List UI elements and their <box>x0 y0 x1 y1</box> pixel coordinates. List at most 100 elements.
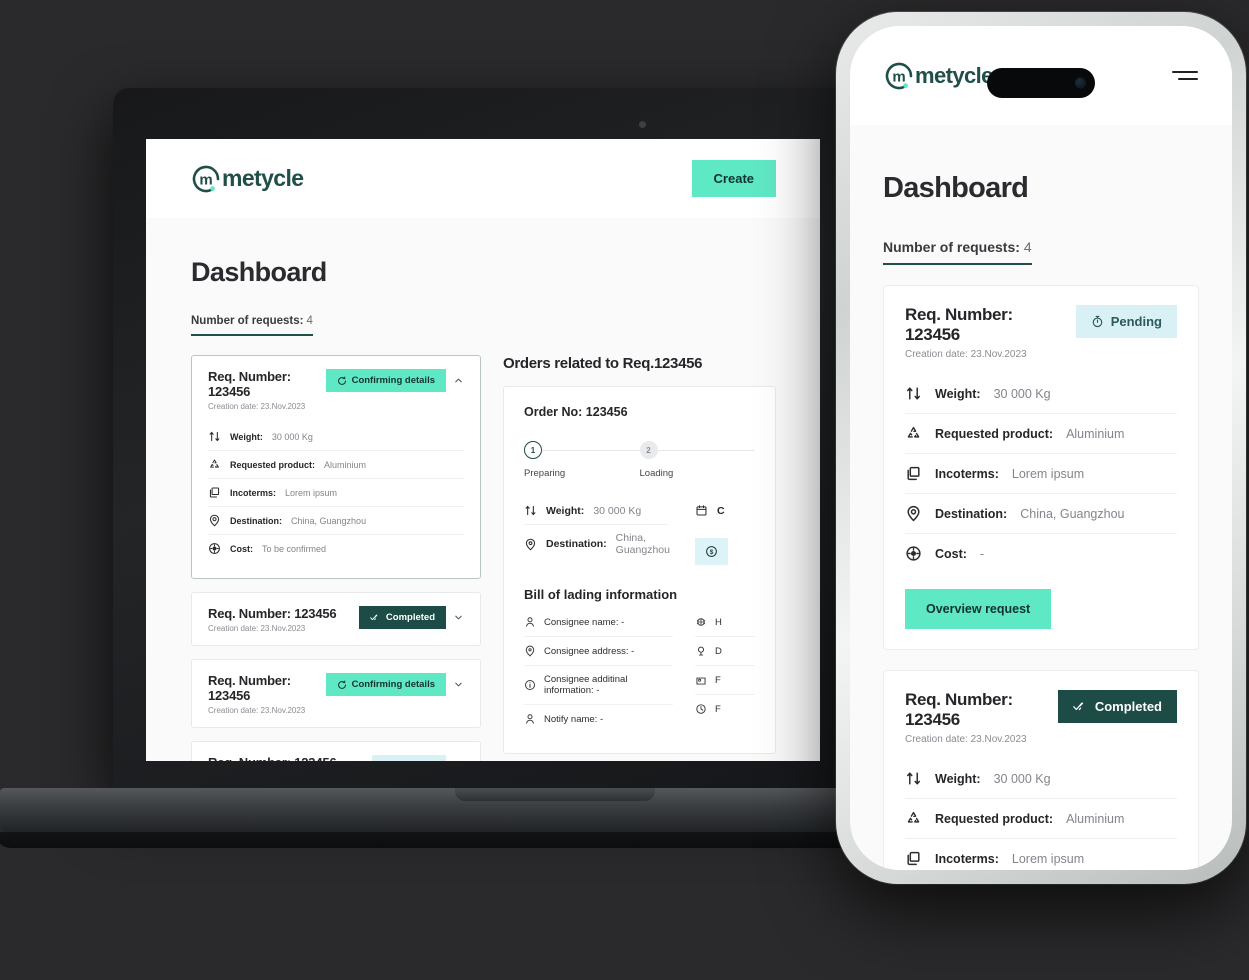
bol-left-column: Consignee name: - Consignee address: - C… <box>524 608 673 733</box>
stepper-step-loading[interactable]: 2 Loading <box>639 441 755 479</box>
request-card-header: Req. Number: 123456 Creation date: 23.No… <box>905 305 1177 360</box>
detail-label: Incoterms: <box>935 466 999 481</box>
detail-label: Destination: <box>935 506 1008 521</box>
order-number: Order No: 123456 <box>524 405 628 419</box>
desktop-topbar: m metycle Create <box>146 139 820 218</box>
detail-row-destination: Destination: China, Guangzhou <box>905 494 1177 534</box>
detail-row-product: Requested product: Aluminium <box>905 799 1177 839</box>
stepper-label: Loading <box>639 468 674 479</box>
detail-value: Aluminium <box>1066 426 1125 441</box>
overview-request-button[interactable]: Overview request <box>905 589 1052 629</box>
laptop-trackpad-notch <box>455 788 655 801</box>
request-date: Creation date: 23.Nov.2023 <box>208 624 306 633</box>
request-card-header: Req. Number: 123456 Creation date: 23.No… <box>208 606 464 633</box>
request-number: Req. Number: 123456 <box>905 690 1013 729</box>
laptop-foot <box>0 832 880 848</box>
order-row-date: C <box>695 497 755 524</box>
bol-row-consignee-info: Consignee additinal information: - <box>524 666 673 705</box>
request-card-header: Req. Number: 123456 Creation date: 23.No… <box>208 369 464 411</box>
detail-label: Requested product: <box>230 459 316 470</box>
detail-value: 30 000 Kg <box>993 771 1051 786</box>
detail-label: C <box>717 504 725 517</box>
detail-label: Cost: <box>230 543 253 554</box>
brand-logo[interactable]: m metycle <box>191 164 304 194</box>
bol-row-text: H <box>715 616 722 628</box>
request-card[interactable]: Req. Number: 123456 Creation date: 23.No… <box>191 741 481 761</box>
calendar-icon <box>696 505 707 516</box>
status-badge: Completed <box>358 606 446 629</box>
detail-row-destination: Destination: China, Guangzhou <box>208 507 464 535</box>
hamburger-menu-icon[interactable] <box>1172 67 1198 85</box>
svg-text:$: $ <box>710 549 714 556</box>
requests-tab-count: 4 <box>1023 239 1032 255</box>
orders-panel: Orders related to Req.123456 Order No: 1… <box>503 355 776 761</box>
documents-icon <box>907 466 920 481</box>
location-icon <box>525 538 536 550</box>
chevron-down-icon[interactable] <box>453 612 464 623</box>
request-card[interactable]: Req. Number: 123456 Creation date: 23.No… <box>883 285 1199 650</box>
request-card-identity: Req. Number: 123456 Creation date: 23.No… <box>208 673 318 715</box>
detail-value: Aluminium <box>1066 811 1125 826</box>
status-badge: Completed <box>1057 690 1177 723</box>
weight-icon <box>907 387 920 400</box>
detail-value: To be confirmed <box>262 543 327 554</box>
request-card[interactable]: Req. Number: 123456 Creation date: 23.No… <box>191 659 481 728</box>
cost-pill[interactable]: $ <box>695 538 728 565</box>
detail-label: Weight: <box>230 431 263 442</box>
laptop-base <box>0 788 875 836</box>
request-date: Creation date: 23.Nov.2023 <box>905 349 1027 360</box>
request-card[interactable]: Req. Number: 123456 Creation date: 23.No… <box>191 592 481 646</box>
order-card[interactable]: Order No: 123456 1 Preparing 2 Loading W… <box>503 386 776 754</box>
request-card-identity: Req. Number: 123456 Creation date: 23.No… <box>208 755 337 761</box>
brand-logo[interactable]: m metycle <box>884 61 993 91</box>
pin-icon <box>697 646 705 656</box>
detail-label: Destination: <box>230 515 283 526</box>
stepper-label: Preparing <box>524 468 566 479</box>
detail-value: - <box>979 546 985 561</box>
weight-icon <box>525 505 536 516</box>
bol-row-consignee-name: Consignee name: - <box>524 608 673 637</box>
request-number: Req. Number: 123456 <box>208 606 337 621</box>
chevron-up-icon[interactable] <box>453 375 464 386</box>
detail-value: China, Guangzhou <box>615 532 670 556</box>
request-number: Req. Number: 123456 <box>208 673 291 703</box>
stepper-step-preparing[interactable]: 1 Preparing <box>524 441 640 479</box>
laptop-device: m metycle Create Dashboard Number of req… <box>0 88 880 848</box>
laptop-camera-icon <box>639 121 646 128</box>
detail-value: 30 000 Kg <box>593 504 642 517</box>
tab-number-of-requests[interactable]: Number of requests: 4 <box>191 315 313 336</box>
order-cost-pill-wrap: $ <box>695 538 755 565</box>
create-button[interactable]: Create <box>691 160 776 197</box>
bol-row-text: Notify name: - <box>544 713 604 725</box>
tab-number-of-requests[interactable]: Number of requests: 4 <box>883 239 1032 265</box>
detail-label: Cost: <box>935 546 967 561</box>
detail-value: Lorem ipsum <box>1011 851 1085 866</box>
location-icon <box>209 514 220 527</box>
order-stepper: 1 Preparing 2 Loading <box>524 441 755 479</box>
globe-icon <box>696 618 706 626</box>
recycle-icon <box>210 459 219 468</box>
stepper-dot: 2 <box>639 441 658 459</box>
request-card-expanded[interactable]: Req. Number: 123456 Creation date: 23.No… <box>191 355 481 579</box>
detail-value: 30 000 Kg <box>271 431 313 442</box>
bol-row-right-3: F <box>695 666 755 695</box>
request-list: Req. Number: 123456 Creation date: 23.No… <box>191 355 481 761</box>
request-card[interactable]: Req. Number: 123456 Creation date: 23.No… <box>883 670 1199 870</box>
cost-icon <box>906 546 921 561</box>
cost-icon <box>209 543 220 554</box>
phone-screen: m metycle Dashboard Number of requests: 4 <box>850 26 1232 870</box>
detail-label: Destination: <box>546 538 607 550</box>
detail-label: Incoterms: <box>935 851 999 866</box>
chevron-down-icon[interactable] <box>453 679 464 690</box>
order-detail-right: C $ <box>695 497 755 565</box>
person-icon <box>526 617 534 627</box>
bill-of-lading-section: Bill of lading information Consignee nam… <box>524 587 755 733</box>
stepper-connector <box>657 450 755 451</box>
page-title: Dashboard <box>191 257 327 287</box>
bol-row-text: F <box>715 674 721 686</box>
order-row-destination: Destination: China, Guangzhou <box>524 525 670 563</box>
status-badge: Confirming details <box>325 673 446 696</box>
location-icon <box>525 645 535 657</box>
double-check-icon <box>1073 702 1083 711</box>
bol-row-right-2: D <box>695 637 755 666</box>
